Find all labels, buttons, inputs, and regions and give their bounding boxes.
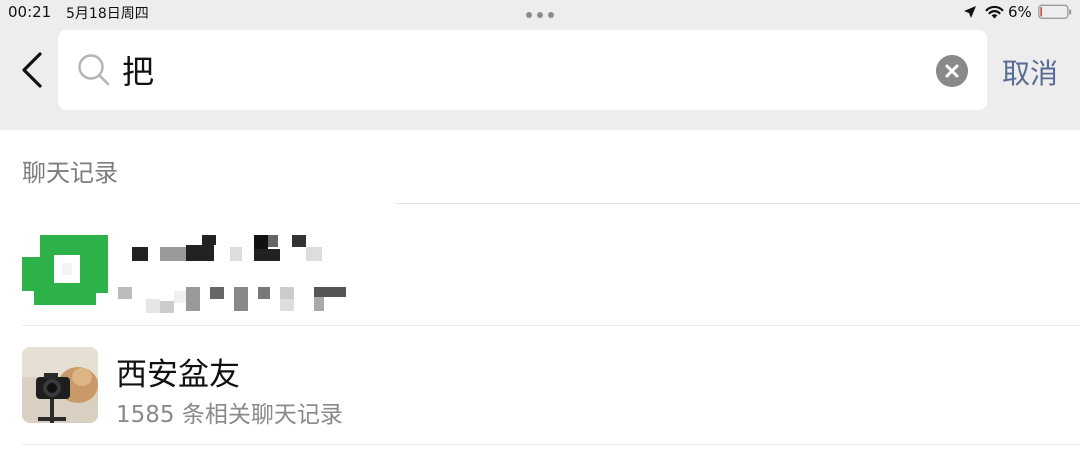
more-dots-icon[interactable] (526, 12, 554, 18)
search-input[interactable] (122, 48, 922, 92)
location-arrow-icon (964, 6, 976, 18)
clear-search-icon[interactable] (936, 55, 968, 87)
battery-percent: 6% (1008, 3, 1032, 21)
search-header: 取消 (0, 28, 1080, 130)
obscured-name (132, 235, 322, 261)
contact-avatar (22, 347, 98, 423)
wifi-icon (985, 5, 1004, 19)
search-bar[interactable] (58, 30, 987, 110)
status-date: 5月18日周四 (66, 6, 149, 22)
search-result-item[interactable]: 西安盆友 1585 条相关聊天记录 (0, 327, 1080, 445)
cancel-button[interactable]: 取消 (1002, 52, 1058, 92)
battery-icon (1038, 4, 1072, 19)
divider (22, 325, 1080, 326)
obscured-preview (118, 287, 346, 313)
related-records-count: 1585 条相关聊天记录 (116, 402, 343, 428)
obscured-avatar-icon (22, 235, 108, 305)
status-time: 00:21 (8, 3, 52, 21)
back-chevron-icon[interactable] (14, 50, 50, 90)
divider (22, 444, 1080, 445)
search-icon (78, 54, 110, 86)
divider (396, 203, 1080, 204)
status-bar: 00:21 5月18日周四 6% (0, 0, 1080, 28)
section-title-chat-history: 聊天记录 (22, 159, 118, 187)
contact-name: 西安盆友 (116, 357, 240, 393)
search-result-item[interactable] (0, 205, 1080, 323)
